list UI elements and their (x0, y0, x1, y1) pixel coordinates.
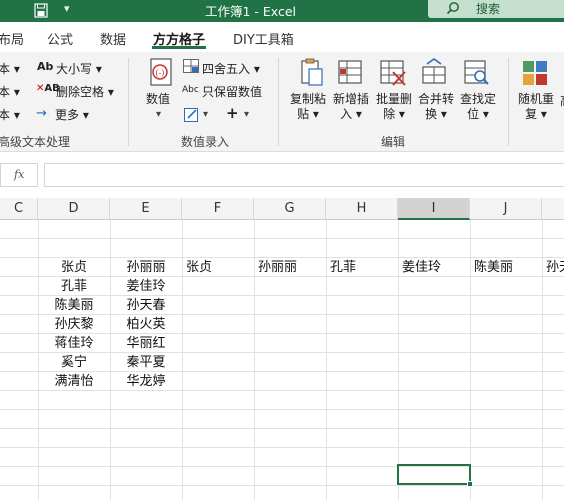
separator (278, 58, 279, 146)
cell-h[interactable]: 孔菲 (330, 258, 398, 277)
quick-access-more-icon[interactable]: ▾ (64, 2, 70, 15)
active-cell-selection[interactable] (397, 464, 471, 485)
case-icon: Ab (37, 60, 54, 73)
cell-e[interactable]: 姜佳玲 (110, 277, 182, 296)
plus-dropdown-icon[interactable]: ▾ (244, 109, 249, 120)
advanced-cut-label[interactable]: 高 (560, 92, 564, 109)
cell-k[interactable]: 孙天 (546, 258, 564, 277)
gridline (254, 220, 255, 500)
random-repeat-icon (523, 61, 547, 85)
cell-e[interactable]: 柏火英 (110, 315, 182, 334)
text-dropdown-2[interactable]: 本 ▾ (0, 83, 20, 100)
cell-j[interactable]: 陈美丽 (474, 258, 542, 277)
copy-paste-icon (301, 58, 323, 86)
search-icon (446, 2, 459, 15)
title-bar: ▾ 工作簿1 - Excel 搜索 (0, 0, 564, 22)
find-locate-icon (464, 60, 489, 85)
find-locate-button[interactable]: 查找定位 ▾ (460, 92, 496, 122)
tab-layout[interactable]: 布局 (0, 29, 24, 48)
svg-text:(-): (-) (155, 69, 164, 78)
number-group-label: 数值录入 (181, 135, 230, 149)
save-icon[interactable] (34, 3, 48, 18)
gridline (398, 220, 399, 500)
cell-d[interactable]: 孙庆黎 (38, 315, 110, 334)
cell-e[interactable]: 华龙婷 (110, 372, 182, 391)
cell-e[interactable]: 华丽红 (110, 334, 182, 353)
tab-data[interactable]: 数据 (100, 29, 126, 48)
cell-e[interactable]: 孙天春 (110, 296, 182, 315)
cell-d[interactable]: 满清怡 (38, 372, 110, 391)
number-dropdown-icon[interactable]: ▾ (156, 109, 161, 120)
tab-diy-toolbox[interactable]: DIY工具箱 (233, 29, 294, 48)
column-header-i[interactable]: I (398, 198, 470, 220)
cell-d[interactable]: 奚宁 (38, 353, 110, 372)
merge-convert-button[interactable]: 合并转换 ▾ (418, 92, 454, 122)
edit-group-label: 编辑 (381, 135, 406, 149)
case-button[interactable]: 大小写 ▾ (56, 60, 102, 77)
column-header-k[interactable] (542, 198, 564, 220)
number-button[interactable]: 数值 (146, 92, 170, 107)
edit-cell-icon[interactable] (184, 108, 200, 122)
delete-space-button[interactable]: 删除空格 ▾ (56, 83, 114, 100)
batch-insert-icon (338, 60, 362, 84)
gridline (326, 220, 327, 500)
fill-handle[interactable] (467, 481, 473, 487)
batch-delete-icon (380, 60, 406, 86)
text-dropdown-3[interactable]: 本 ▾ (0, 106, 20, 123)
gridline (470, 220, 471, 500)
menu-bar: 布局 公式 数据 方方格子 DIY工具箱 (0, 22, 564, 52)
active-tab-indicator (152, 46, 206, 49)
search-box[interactable]: 搜索 (428, 0, 564, 18)
batch-delete-button[interactable]: 批量删除 ▾ (376, 92, 412, 122)
separator (128, 58, 129, 146)
tab-formulas[interactable]: 公式 (47, 29, 73, 48)
random-repeat-button[interactable]: 随机重复 ▾ (518, 92, 554, 122)
cell-d[interactable]: 孔菲 (38, 277, 110, 296)
text-group-label: 高级文本处理 (0, 135, 71, 149)
merge-convert-icon (422, 58, 446, 84)
column-header-h[interactable]: H (326, 198, 398, 220)
cell-e[interactable]: 孙丽丽 (110, 258, 182, 277)
copy-paste-button[interactable]: 复制粘贴 ▾ (290, 92, 326, 122)
cell-d[interactable]: 张贞 (38, 258, 110, 277)
column-header-c[interactable]: C (0, 198, 38, 220)
text-dropdown-1[interactable]: 本 ▾ (0, 60, 20, 77)
formula-input[interactable] (44, 163, 564, 187)
column-header-e[interactable]: E (110, 198, 182, 220)
edit-cell-dropdown-icon[interactable]: ▾ (203, 109, 208, 120)
window-title: 工作簿1 - Excel (205, 4, 297, 19)
separator (508, 58, 509, 146)
column-header-row: C D E F G H I J (0, 198, 564, 220)
more-button[interactable]: 更多 ▾ (55, 106, 89, 123)
insert-function-button[interactable]: fx (0, 163, 38, 187)
arrow-right-icon: → (36, 106, 47, 121)
batch-insert-button[interactable]: 新增插入 ▾ (333, 92, 369, 122)
round-button[interactable]: 四舍五入 ▾ (202, 60, 260, 77)
round-icon (183, 59, 199, 73)
fx-icon: fx (14, 168, 25, 181)
cell-d[interactable]: 蒋佳玲 (38, 334, 110, 353)
cell-f[interactable]: 张贞 (186, 258, 254, 277)
gridline (542, 220, 543, 500)
gridline (182, 220, 183, 500)
number-icon: (-) (150, 58, 172, 86)
ribbon: 本 ▾ 本 ▾ 本 ▾ Ab 大小写 ▾ ✕AB 删除空格 ▾ → 更多 ▾ 高… (0, 52, 564, 152)
column-header-g[interactable]: G (254, 198, 326, 220)
keep-value-button[interactable]: 只保留数值 (202, 83, 262, 100)
column-header-d[interactable]: D (38, 198, 110, 220)
search-label: 搜索 (476, 2, 501, 16)
cell-e[interactable]: 秦平夏 (110, 353, 182, 372)
cell-d[interactable]: 陈美丽 (38, 296, 110, 315)
plus-icon[interactable]: + (226, 104, 239, 122)
cell-g[interactable]: 孙丽丽 (258, 258, 326, 277)
column-header-f[interactable]: F (182, 198, 254, 220)
cell-i[interactable]: 姜佳玲 (402, 258, 470, 277)
abc-icon: Abc (182, 85, 199, 95)
column-header-j[interactable]: J (470, 198, 542, 220)
formula-bar: fx (0, 160, 564, 190)
